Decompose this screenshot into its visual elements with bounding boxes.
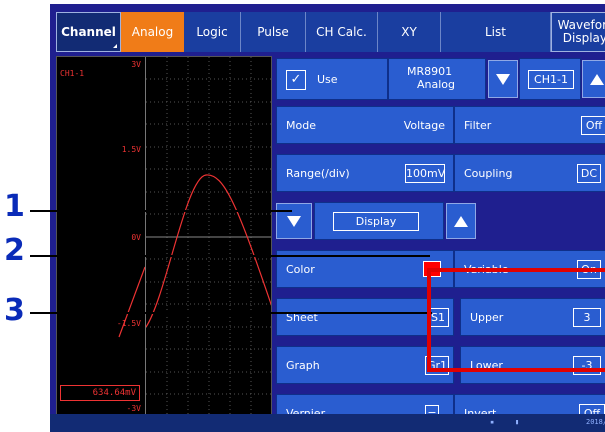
waveform-grid [145,57,271,417]
use-checkbox[interactable]: ✓ [286,70,306,90]
channel-prev-button[interactable] [488,60,518,98]
display-next-button[interactable] [446,203,476,239]
callout-number-1: 1 [4,189,25,224]
tab-ch-calc-label: CH Calc. [316,25,367,39]
module-indicator: MR8901 Analog [388,58,486,100]
waveform-area: CH1-1 3V 1.5V 0V -1.5V -3V 634.64mV [56,56,272,418]
range-label: Range(/div) [286,167,350,180]
callout-number-3: 3 [4,293,25,328]
channel-name: CH1-1 [60,69,85,78]
callout-line-1 [30,210,292,212]
filter-value: Off [581,116,605,135]
callout-line-2 [30,255,430,257]
tab-analog-label: Analog [131,25,174,39]
tab-logic[interactable]: Logic [184,12,241,52]
channel-select-value: CH1-1 [528,70,574,89]
filter-setting[interactable]: Filter Off [454,106,605,144]
date-display: 2018/01/ [586,418,605,426]
range-value: 100mV [405,164,445,183]
tab-xy-label: XY [401,25,417,39]
channel-select[interactable]: CH1-1 [519,58,581,100]
tab-waveform-label-2: Display [562,31,605,45]
tab-bar: Channel Analog Logic Pulse CH Calc. XY L… [50,12,605,52]
tab-waveform-display[interactable]: Wavefor Display [551,12,605,52]
tab-list[interactable]: List [441,12,551,52]
callout-line-3 [30,312,432,314]
cursor-value: 634.64mV [92,388,136,398]
waveform-trace-left [118,266,145,338]
tab-analog[interactable]: Analog [121,12,184,52]
up-arrow-icon [590,74,604,85]
battery-icon: ▮ [515,418,520,426]
use-label: Use [317,73,338,86]
module-type: Analog [417,78,456,91]
display-select[interactable]: Display [314,202,444,240]
tab-pulse[interactable]: Pulse [241,12,306,52]
filter-label: Filter [464,119,492,132]
module-name: MR8901 [407,65,453,78]
tab-pulse-label: Pulse [257,25,289,39]
tab-xy[interactable]: XY [378,12,441,52]
display-prev-button[interactable] [276,203,312,239]
coupling-value: DC [577,164,601,183]
scale-label-bottom: -3V [126,404,141,413]
tab-list-label: List [485,25,506,39]
coupling-label: Coupling [464,167,513,180]
display-select-value: Display [333,212,419,231]
graph-label: Graph [286,359,320,372]
up-arrow-icon [454,216,468,227]
channel-next-button[interactable] [582,60,605,98]
range-setting[interactable]: Range(/div) 100mV [276,154,454,192]
upper-lower-highlight [427,268,605,372]
callout-number-2: 2 [4,233,25,268]
scale-label-top: 3V [131,60,141,69]
mode-value: Voltage [403,119,445,132]
mode-label: Mode [286,119,316,132]
submenu-corner-icon [113,44,117,48]
tab-logic-label: Logic [196,25,228,39]
cursor-value-box: 634.64mV [60,385,140,401]
down-arrow-icon [496,74,510,85]
down-arrow-icon [287,216,301,227]
mode-setting[interactable]: Mode Voltage [276,106,454,144]
status-bar: ▪ ▮ 2018/01/ [50,414,605,432]
tab-channel[interactable]: Channel [56,12,121,52]
sd-card-icon: ▪ [490,418,495,426]
color-label: Color [286,263,315,276]
coupling-setting[interactable]: Coupling DC [454,154,605,192]
use-row: ✓ Use [276,58,388,100]
tab-ch-calc[interactable]: CH Calc. [306,12,378,52]
scale-label-upper: 1.5V [121,145,141,154]
tab-channel-label: Channel [61,25,116,39]
